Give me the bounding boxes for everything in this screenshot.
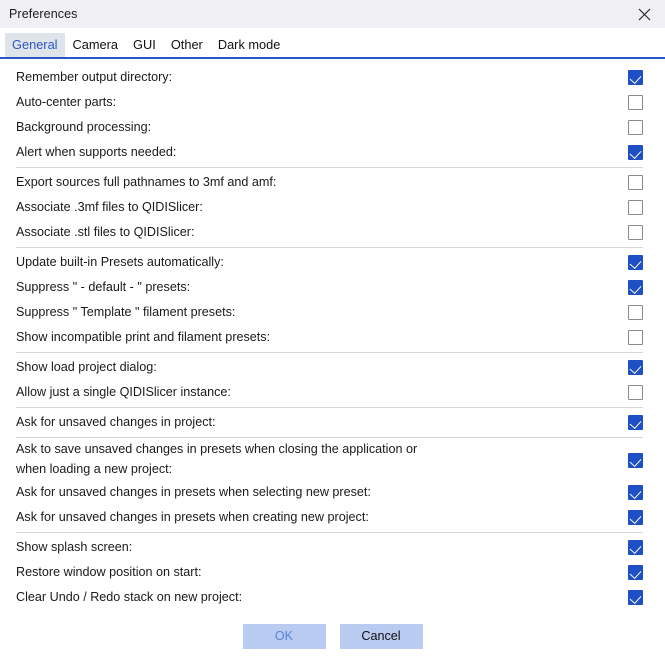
tab-other[interactable]: Other (164, 33, 210, 57)
preference-label: Suppress " - default - " presets: (16, 278, 204, 298)
preference-label: Update built-in Presets automatically: (16, 253, 238, 273)
preference-checkbox[interactable] (628, 145, 643, 160)
preference-row: Ask for unsaved changes in presets when … (0, 505, 665, 530)
preference-checkbox[interactable] (628, 200, 643, 215)
preference-checkbox[interactable] (628, 590, 643, 605)
preference-checkbox[interactable] (628, 225, 643, 240)
preference-label: Show load project dialog: (16, 358, 171, 378)
preference-row: Remember output directory: (0, 65, 665, 90)
preference-label: Clear Undo / Redo stack on new project: (16, 588, 256, 608)
preference-label: Suppress " Template " filament presets: (16, 303, 249, 323)
preference-row: Show incompatible print and filament pre… (0, 325, 665, 350)
preferences-dialog: Preferences GeneralCameraGUIOtherDark mo… (0, 0, 665, 659)
preference-checkbox[interactable] (628, 95, 643, 110)
preference-row: Export sources full pathnames to 3mf and… (0, 170, 665, 195)
ok-button[interactable]: OK (243, 624, 326, 649)
group-separator (16, 407, 643, 408)
preference-label: Ask for unsaved changes in presets when … (16, 508, 383, 528)
preference-label: Remember output directory: (16, 68, 186, 88)
preference-row: Auto-center parts: (0, 90, 665, 115)
preference-label: Auto-center parts: (16, 93, 130, 113)
preference-checkbox[interactable] (628, 175, 643, 190)
preference-label: Alert when supports needed: (16, 143, 190, 163)
close-icon[interactable] (623, 0, 665, 28)
preference-checkbox[interactable] (628, 415, 643, 430)
cancel-button[interactable]: Cancel (340, 624, 423, 649)
tab-dark-mode[interactable]: Dark mode (211, 33, 288, 57)
preference-checkbox[interactable] (628, 330, 643, 345)
tab-general[interactable]: General (5, 33, 65, 57)
preference-row: Ask for unsaved changes in presets when … (0, 480, 665, 505)
preference-label: Show splash screen: (16, 538, 146, 558)
preference-checkbox[interactable] (628, 565, 643, 580)
dialog-footer: OK Cancel (0, 613, 665, 659)
preference-row: Show load project dialog: (0, 355, 665, 380)
title-bar: Preferences (0, 0, 665, 28)
preference-row: Suppress " Template " filament presets: (0, 300, 665, 325)
preference-row: Ask for unsaved changes in project: (0, 410, 665, 435)
preference-label: Show incompatible print and filament pre… (16, 328, 284, 348)
tab-camera[interactable]: Camera (66, 33, 126, 57)
tab-bar: GeneralCameraGUIOtherDark mode (0, 28, 665, 59)
preference-row: Suppress " - default - " presets: (0, 275, 665, 300)
preference-row: Allow just a single QIDISlicer instance: (0, 380, 665, 405)
preference-row: Ask to save unsaved changes in presets w… (0, 440, 665, 480)
group-separator (16, 437, 643, 438)
preference-label: Background processing: (16, 118, 165, 138)
group-separator (16, 247, 643, 248)
preference-label: Restore window position on start: (16, 563, 216, 583)
preference-row: Restore window position on start: (0, 560, 665, 585)
preference-label: Ask to save unsaved changes in presets w… (16, 440, 431, 479)
preference-checkbox[interactable] (628, 540, 643, 555)
group-separator (16, 532, 643, 533)
preference-checkbox[interactable] (628, 305, 643, 320)
preference-label: Ask for unsaved changes in project: (16, 413, 230, 433)
preference-label: Associate .stl files to QIDISlicer: (16, 223, 208, 243)
preference-row: Alert when supports needed: (0, 140, 665, 165)
preference-checkbox[interactable] (628, 510, 643, 525)
preference-row: Background processing: (0, 115, 665, 140)
preference-checkbox[interactable] (628, 453, 643, 468)
preference-row: Update built-in Presets automatically: (0, 250, 665, 275)
preference-row: Clear Undo / Redo stack on new project: (0, 585, 665, 610)
preference-checkbox[interactable] (628, 360, 643, 375)
preference-checkbox[interactable] (628, 485, 643, 500)
preference-label: Ask for unsaved changes in presets when … (16, 483, 385, 503)
preference-row: Show splash screen: (0, 535, 665, 560)
tab-gui[interactable]: GUI (126, 33, 163, 57)
group-separator (16, 167, 643, 168)
group-separator (16, 352, 643, 353)
preference-label: Allow just a single QIDISlicer instance: (16, 383, 245, 403)
preference-label: Export sources full pathnames to 3mf and… (16, 173, 290, 193)
window-title: Preferences (0, 8, 78, 21)
preference-checkbox[interactable] (628, 70, 643, 85)
preference-row: Associate .3mf files to QIDISlicer: (0, 195, 665, 220)
preference-checkbox[interactable] (628, 280, 643, 295)
preference-checkbox[interactable] (628, 385, 643, 400)
preferences-list: Remember output directory: Auto-center pa… (0, 59, 665, 613)
preference-row: Associate .stl files to QIDISlicer: (0, 220, 665, 245)
preference-checkbox[interactable] (628, 255, 643, 270)
preference-label: Associate .3mf files to QIDISlicer: (16, 198, 217, 218)
preference-checkbox[interactable] (628, 120, 643, 135)
